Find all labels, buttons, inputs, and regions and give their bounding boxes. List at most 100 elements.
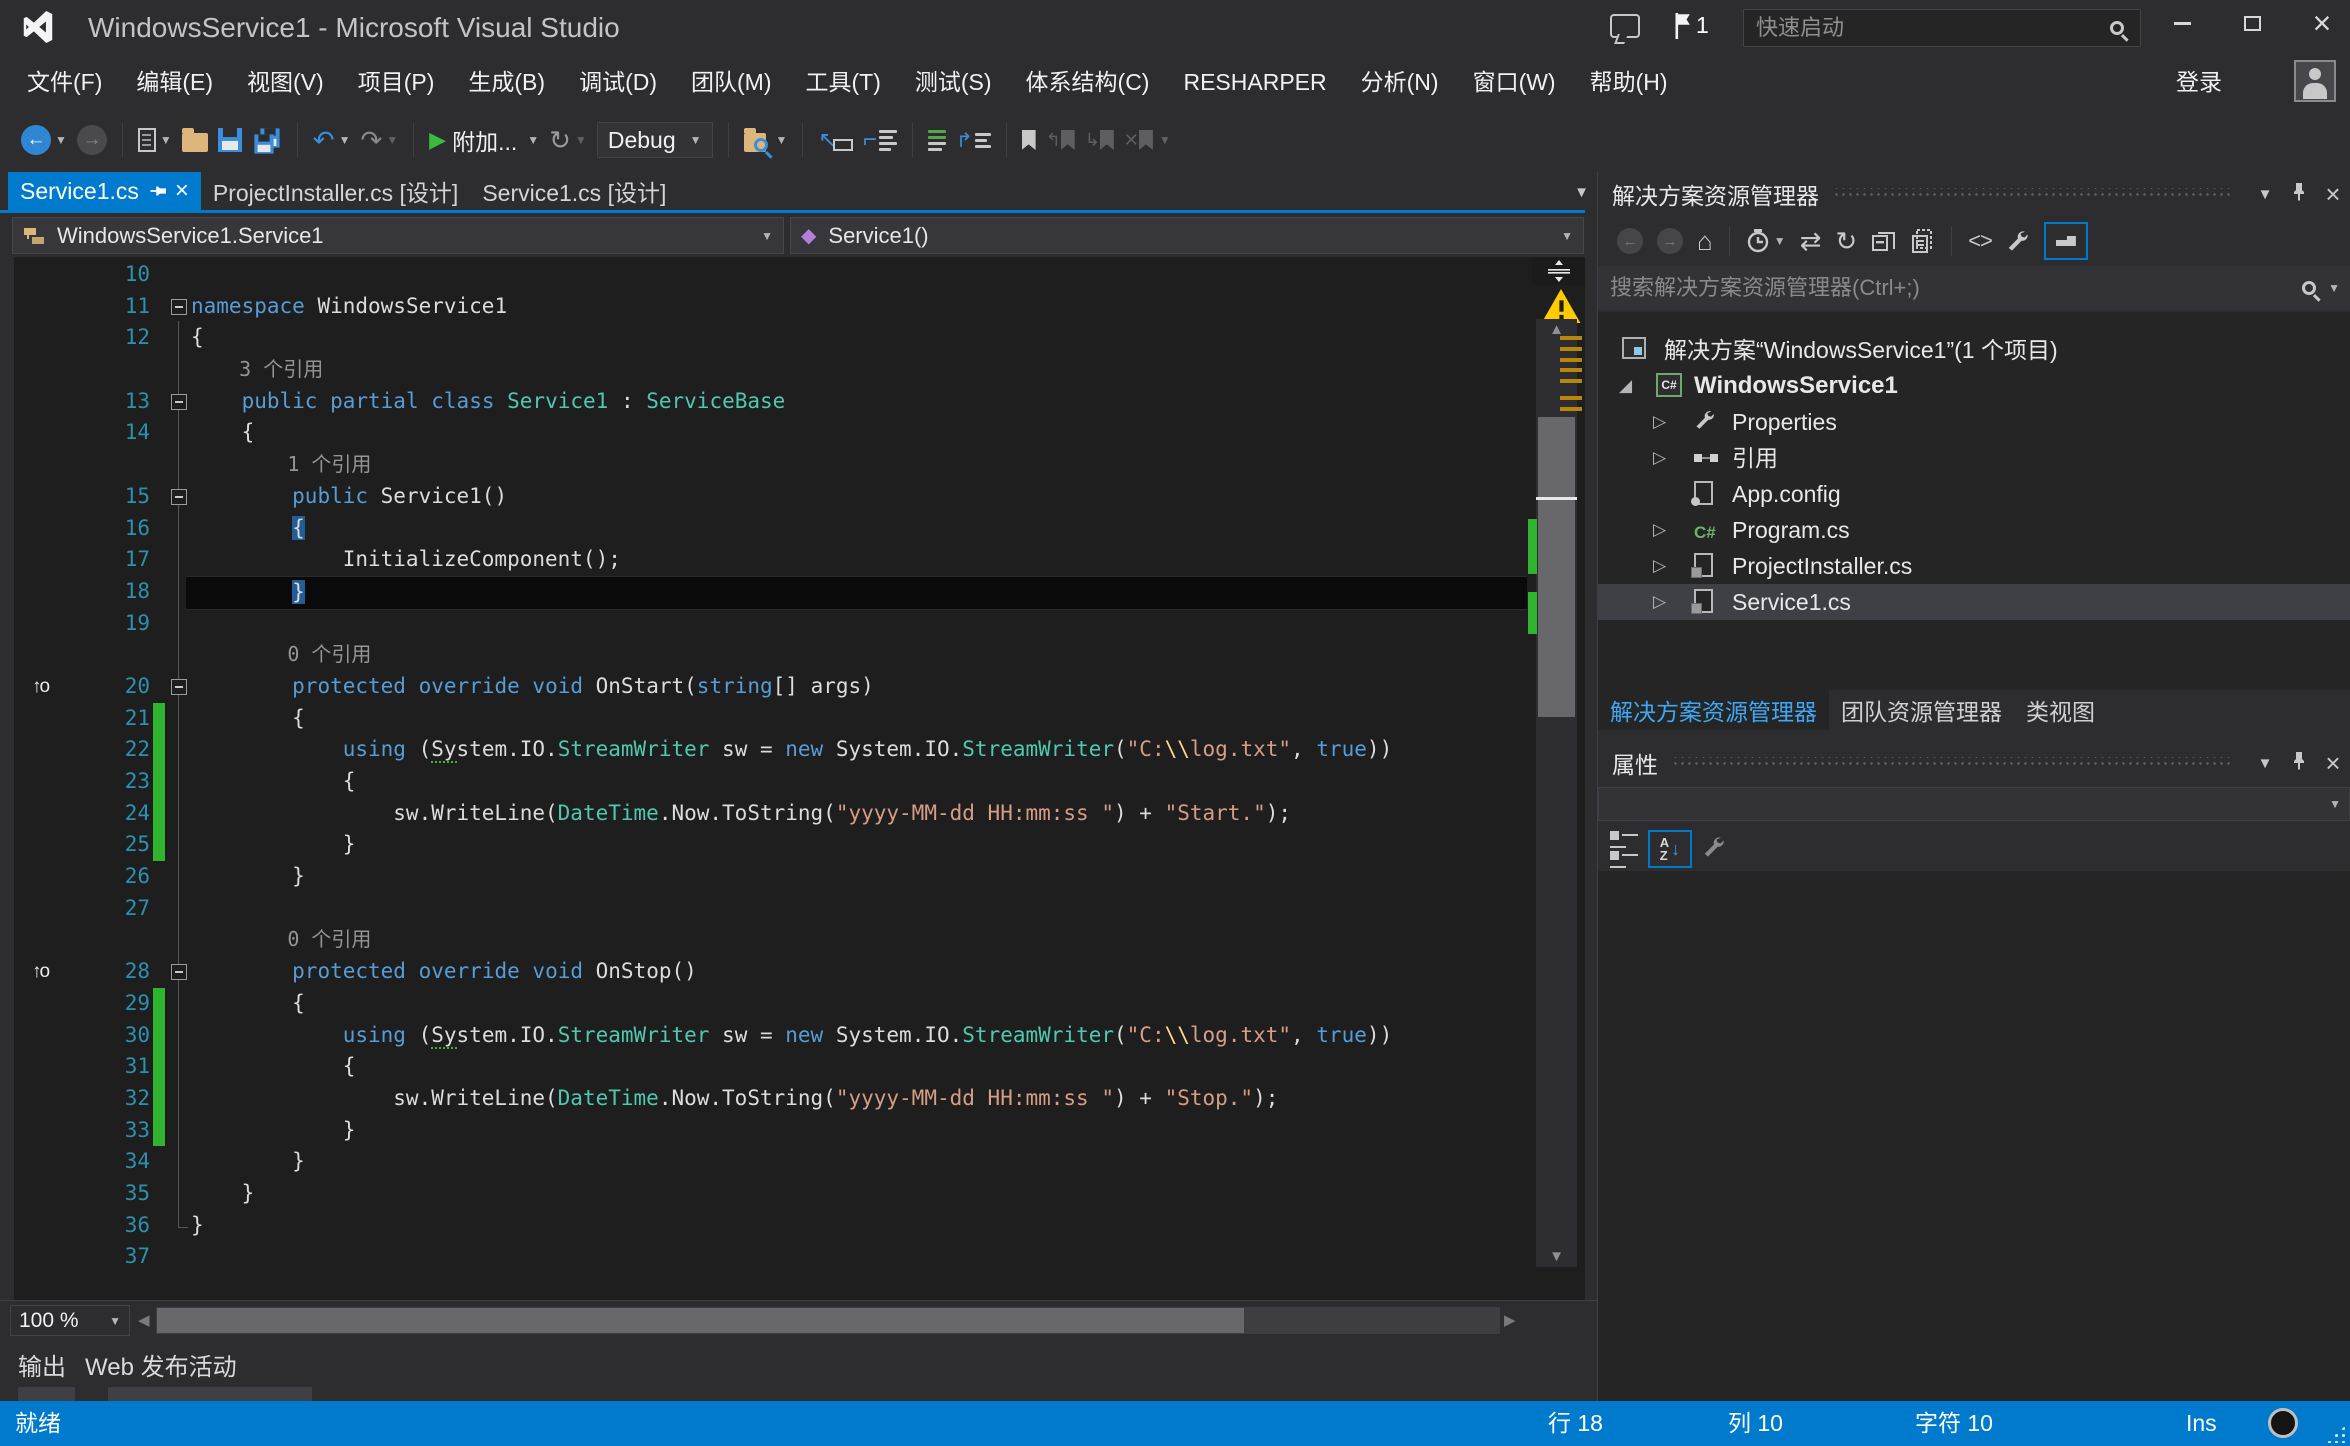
line-number[interactable]: 16 — [0, 513, 150, 545]
code-line[interactable]: 29 { — [0, 988, 1527, 1020]
line-number[interactable]: 34 — [0, 1146, 150, 1178]
navigate-to-button[interactable]: ↖ — [818, 127, 852, 153]
search-options-dropdown-icon[interactable]: ▼ — [2328, 281, 2340, 295]
menu-item[interactable]: 团队(M) — [674, 56, 788, 108]
tree-item[interactable]: App.config — [1598, 476, 2350, 512]
output-panel-tab[interactable]: 输出 — [18, 1347, 66, 1382]
close-tab-icon[interactable]: × — [175, 177, 189, 205]
tool-window-tab[interactable]: 解决方案资源管理器 — [1598, 690, 1829, 730]
status-insert-mode[interactable]: Ins — [2186, 1401, 2217, 1446]
code-line[interactable]: 33 } — [0, 1115, 1527, 1147]
collapse-arrow-icon[interactable]: ◢ — [1619, 368, 1632, 404]
line-number[interactable]: 12 — [0, 322, 150, 354]
type-dropdown[interactable]: WindowsService1.Service1 ▼ — [12, 217, 784, 254]
code-text[interactable]: } — [186, 1178, 1527, 1210]
fold-collapse-box[interactable] — [171, 394, 187, 410]
code-text[interactable]: InitializeComponent(); — [186, 544, 1527, 576]
menu-item[interactable]: 调试(D) — [562, 56, 674, 108]
menu-item[interactable]: 文件(F) — [10, 56, 119, 108]
horizontal-scrollbar-thumb[interactable] — [157, 1308, 1244, 1333]
menu-item[interactable]: RESHARPER — [1166, 56, 1343, 108]
code-line[interactable]: 0 个引用 — [0, 639, 1527, 671]
show-all-files-button[interactable] — [1911, 228, 1935, 254]
code-editor[interactable]: 1011namespace WindowsService112{ 3 个引用13… — [0, 257, 1585, 1300]
code-line[interactable]: 14 { — [0, 417, 1527, 449]
find-in-files-button[interactable]: ▼ — [744, 128, 788, 152]
window-position-dropdown-icon[interactable]: ▼ — [2248, 186, 2282, 203]
code-line[interactable]: 36} — [0, 1210, 1527, 1242]
menu-item[interactable]: 视图(V) — [230, 56, 341, 108]
line-number[interactable]: 18 — [0, 576, 150, 608]
status-column[interactable]: 列 10 — [1728, 1401, 1783, 1446]
hidden-documents-dropdown-icon[interactable]: ▼ — [1574, 184, 1589, 201]
editor-splitter-handle[interactable] — [1532, 257, 1585, 285]
pin-icon[interactable] — [151, 178, 165, 205]
tool-window-tab[interactable]: 团队资源管理器 — [1829, 690, 2014, 730]
vertical-scrollbar-thumb[interactable] — [1538, 417, 1575, 717]
horizontal-scrollbar[interactable] — [156, 1307, 1500, 1334]
expand-arrow-icon[interactable]: ▷ — [1653, 512, 1666, 548]
scroll-right-icon[interactable]: ▶ — [1504, 1311, 1516, 1329]
redo-button[interactable]: ↷▼ — [360, 127, 398, 153]
decrease-indent-button[interactable] — [928, 130, 946, 151]
menu-item[interactable]: 工具(T) — [788, 56, 897, 108]
line-number[interactable]: 20 — [0, 671, 150, 703]
code-text[interactable]: { — [186, 703, 1527, 735]
code-text[interactable]: } — [186, 576, 1527, 610]
code-line[interactable]: 12 { — [0, 322, 1527, 354]
sign-in-link[interactable]: 登录 — [2176, 56, 2222, 108]
code-line[interactable]: 35 } — [0, 1178, 1527, 1210]
save-button[interactable] — [218, 128, 242, 152]
line-number[interactable]: 10 — [0, 259, 150, 291]
code-text[interactable]: { — [186, 417, 1527, 449]
close-panel-icon[interactable]: × — [2316, 179, 2350, 210]
code-line[interactable]: 22 using (System.IO.StreamWriter sw = ne… — [0, 734, 1527, 766]
document-tab[interactable]: Service1.cs [设计] — [470, 172, 678, 210]
code-line[interactable]: 10 — [0, 259, 1527, 291]
line-number[interactable]: 14 — [0, 417, 150, 449]
se-home-button[interactable]: ⌂ — [1697, 226, 1713, 257]
tree-item[interactable]: ▷C#Program.cs — [1598, 512, 2350, 548]
comment-button[interactable]: ⌐ — [863, 126, 897, 154]
fold-collapse-box[interactable] — [171, 964, 187, 980]
expand-arrow-icon[interactable]: ▷ — [1653, 548, 1666, 584]
window-position-dropdown-icon[interactable]: ▼ — [2248, 755, 2282, 772]
scroll-down-icon[interactable]: ▼ — [1536, 1248, 1577, 1265]
solution-search-input[interactable] — [1598, 275, 2302, 301]
codelens-references[interactable]: 0 个引用 — [186, 639, 1527, 671]
code-line[interactable]: 26 } — [0, 861, 1527, 893]
line-number[interactable]: 15 — [0, 481, 150, 513]
code-text[interactable]: using (System.IO.StreamWriter sw = new S… — [186, 734, 1527, 766]
tree-item[interactable]: ▷Service1.cs — [1598, 584, 2350, 620]
tool-window-tab[interactable]: 类视图 — [2014, 690, 2107, 730]
clear-bookmarks-button[interactable]: ✕▼ — [1124, 130, 1171, 151]
code-text[interactable]: protected override void OnStart(string[]… — [186, 671, 1527, 703]
user-avatar[interactable] — [2294, 60, 2336, 102]
code-text[interactable]: sw.WriteLine(DateTime.Now.ToString("yyyy… — [186, 1083, 1527, 1115]
line-number[interactable]: 19 — [0, 608, 150, 640]
se-forward-button[interactable]: → — [1657, 228, 1683, 254]
line-number[interactable]: 27 — [0, 893, 150, 925]
undo-button[interactable]: ↶▼ — [313, 127, 351, 153]
save-all-button[interactable] — [252, 126, 282, 154]
line-number[interactable]: 24 — [0, 798, 150, 830]
code-line[interactable]: 11namespace WindowsService1 — [0, 291, 1527, 323]
code-line[interactable]: 0 个引用 — [0, 924, 1527, 956]
close-panel-icon[interactable]: × — [2316, 748, 2350, 779]
line-number[interactable]: 28 — [0, 956, 150, 988]
line-number[interactable]: 32 — [0, 1083, 150, 1115]
pin-icon[interactable] — [2282, 183, 2316, 205]
code-line[interactable]: 31 { — [0, 1051, 1527, 1083]
fold-collapse-box[interactable] — [171, 679, 187, 695]
code-line[interactable]: 19 — [0, 608, 1527, 640]
override-gutter-icon[interactable]: ↑o — [32, 671, 48, 703]
code-line[interactable]: 18 } — [0, 576, 1527, 608]
start-debug-attach-button[interactable]: ▶ 附加...▼ — [429, 123, 539, 157]
open-file-button[interactable] — [182, 128, 208, 152]
codelens-references[interactable]: 1 个引用 — [186, 449, 1527, 481]
line-number[interactable]: 17 — [0, 544, 150, 576]
new-file-button[interactable]: ▼ — [138, 128, 172, 152]
tree-item[interactable]: ▷ProjectInstaller.cs — [1598, 548, 2350, 584]
code-text[interactable]: sw.WriteLine(DateTime.Now.ToString("yyyy… — [186, 798, 1527, 830]
code-text[interactable]: { — [186, 322, 1527, 354]
